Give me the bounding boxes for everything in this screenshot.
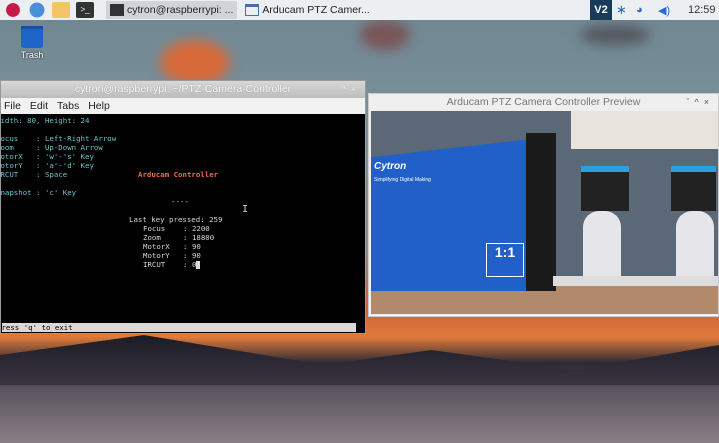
clock: 12:59 xyxy=(688,4,716,16)
camera-stand xyxy=(526,133,556,291)
help-line: Zoom : Up-Down Arrow xyxy=(0,143,103,152)
preview-window[interactable]: Arducam PTZ Camera Controller Preview ˇ^… xyxy=(368,93,719,317)
value-row: MotorX : 90 xyxy=(143,242,201,251)
box-brand: Cytron xyxy=(374,161,407,172)
box-tagline: Simplifying Digital Making xyxy=(374,177,431,183)
minimize-icon[interactable]: ˇ xyxy=(687,97,695,107)
servo-right xyxy=(671,166,716,211)
terminal-icon xyxy=(110,4,124,16)
terminal-launcher-icon[interactable]: >_ xyxy=(76,2,94,18)
file-manager-icon[interactable] xyxy=(52,2,70,18)
bracket-left xyxy=(583,211,621,276)
window-icon xyxy=(245,4,260,16)
status-bar: Press 'q' to exit xyxy=(2,323,356,332)
menu-tabs[interactable]: Tabs xyxy=(57,100,79,112)
terminal-titlebar[interactable]: cytron@raspberrypi: ~/PTZ-Camera-Control… xyxy=(1,81,365,98)
camera-preview-image: Cytron Simplifying Digital Making 1:1 xyxy=(371,111,718,314)
box-badge: 1:1 xyxy=(486,243,524,277)
task-preview[interactable]: Arducam PTZ Camer... xyxy=(241,1,373,19)
value-row: MotorY : 90 xyxy=(143,251,201,260)
window-title: Arducam PTZ Camera Controller Preview xyxy=(446,96,641,108)
menu-help[interactable]: Help xyxy=(88,100,110,112)
close-icon[interactable]: × xyxy=(704,97,714,107)
servo-left xyxy=(581,166,629,211)
wifi-icon[interactable]: ◕ xyxy=(636,0,643,20)
trash-desktop-item[interactable]: Trash xyxy=(18,26,46,60)
help-line: MotorX : 'w'-'s' Key xyxy=(0,152,94,161)
minimize-icon[interactable]: ˇ xyxy=(334,84,342,94)
controller-heading: Arducam Controller xyxy=(138,170,219,179)
help-line: MotorY : 'a'-'d' Key xyxy=(0,161,94,170)
bracket-right xyxy=(676,211,714,276)
task-label: cytron@raspberrypi: ... xyxy=(127,4,234,16)
bracket-base xyxy=(553,276,718,286)
value-row: Zoom : 18800 xyxy=(143,233,215,242)
help-line: Focus : Left-Right Arrow xyxy=(0,134,117,143)
task-label: Arducam PTZ Camer... xyxy=(262,4,370,16)
menu-file[interactable]: File xyxy=(4,100,21,112)
text-cursor xyxy=(196,261,201,269)
camera-board xyxy=(571,111,718,149)
volume-icon[interactable]: ◀) xyxy=(658,0,670,20)
task-terminal[interactable]: cytron@raspberrypi: ... xyxy=(106,1,238,19)
trash-label: Trash xyxy=(20,50,44,60)
bluetooth-icon[interactable]: ∗ xyxy=(616,0,627,20)
terminal-size-line: Width: 80, Height: 24 xyxy=(0,116,90,125)
maximize-icon[interactable]: ^ xyxy=(342,84,351,94)
mountains xyxy=(0,335,719,385)
window-title: cytron@raspberrypi: ~/PTZ-Camera-Control… xyxy=(74,83,292,95)
raspberry-menu-icon[interactable] xyxy=(4,2,22,18)
help-line: IRCUT : Space xyxy=(0,170,68,179)
value-row: IRCUT : 0 xyxy=(143,260,201,269)
browser-globe-icon[interactable] xyxy=(28,2,46,18)
menu-edit[interactable]: Edit xyxy=(30,100,48,112)
preview-titlebar[interactable]: Arducam PTZ Camera Controller Preview ˇ^… xyxy=(369,94,718,111)
trash-icon xyxy=(21,26,43,48)
separator: ---- xyxy=(171,197,189,206)
last-key-pressed: Last key pressed: 259 xyxy=(129,215,223,224)
maximize-icon[interactable]: ^ xyxy=(695,97,704,107)
mouse-ibeam-cursor: I xyxy=(242,204,249,215)
value-row: Focus : 2200 xyxy=(143,224,210,233)
close-icon[interactable]: × xyxy=(351,84,361,94)
taskbar: >_ cytron@raspberrypi: ... Arducam PTZ C… xyxy=(0,0,719,20)
help-line: Snapshot : 'c' Key xyxy=(0,188,77,197)
vnc-icon[interactable]: V2 xyxy=(590,0,612,20)
terminal-menubar: File Edit Tabs Help xyxy=(1,98,365,114)
terminal-window[interactable]: cytron@raspberrypi: ~/PTZ-Camera-Control… xyxy=(0,80,366,334)
